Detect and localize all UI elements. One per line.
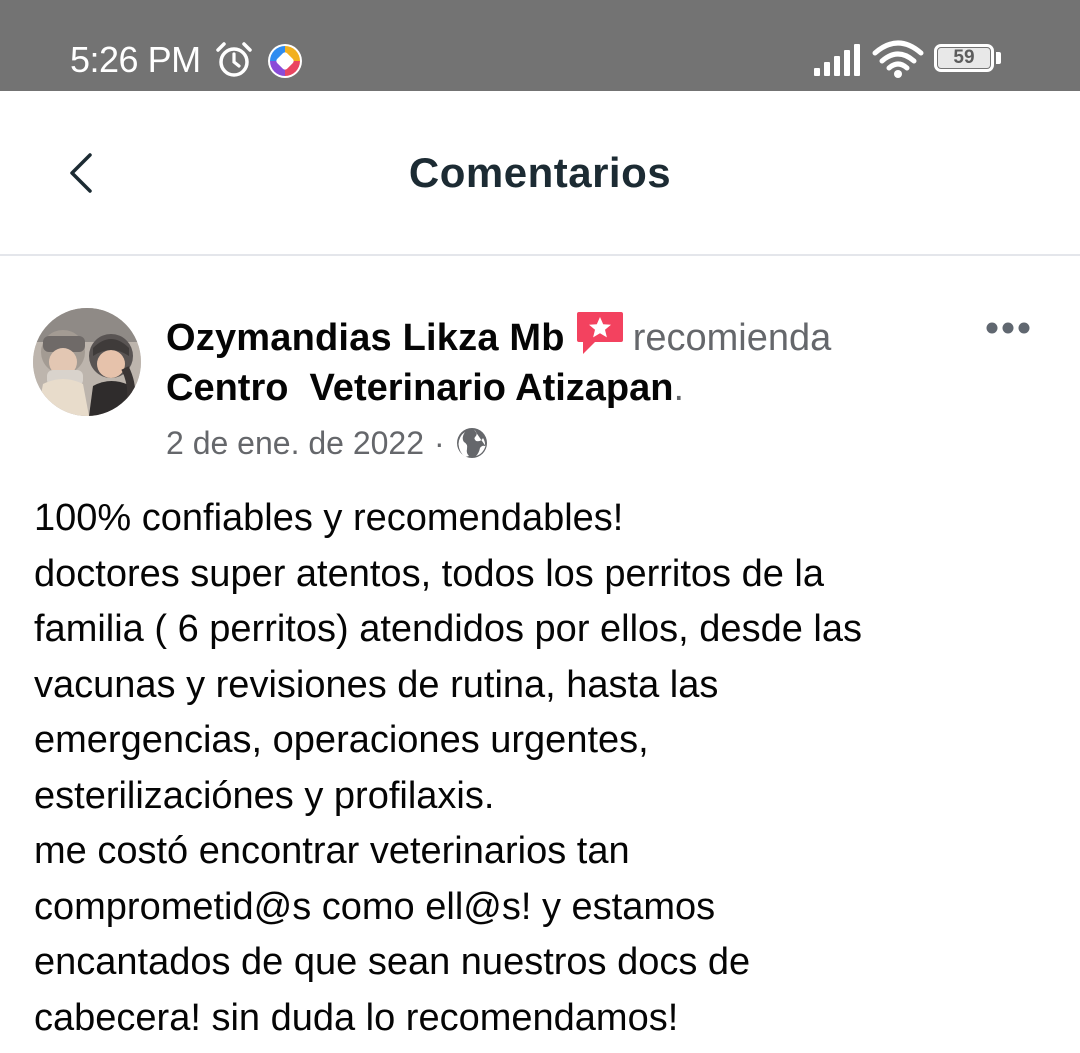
meta-separator: · bbox=[434, 425, 445, 461]
alarm-icon bbox=[216, 42, 252, 77]
status-bar: 5:26 PM 59 bbox=[0, 0, 1080, 91]
author-line: Ozymandias Likza Mb recomienda bbox=[166, 310, 946, 364]
author-name[interactable]: Ozymandias Likza Mb bbox=[166, 317, 565, 359]
post-body-line: emergencias, operaciones urgentes, bbox=[34, 719, 649, 761]
battery-level: 59 bbox=[953, 47, 975, 68]
status-time: 5:26 PM bbox=[70, 39, 201, 80]
app-notification-icon bbox=[268, 44, 302, 78]
more-options-button[interactable] bbox=[978, 306, 1038, 350]
post-body-line: esterilizaciónes y profilaxis. bbox=[34, 774, 495, 817]
battery-tip bbox=[996, 52, 1001, 64]
avatar-image bbox=[33, 308, 141, 416]
app-header: Comentarios bbox=[0, 91, 1080, 256]
page-name-period: . bbox=[673, 367, 685, 409]
post-body: 100% confiables y recomendables! doctore… bbox=[34, 491, 1054, 1046]
post-header: Ozymandias Likza Mb recomienda Centro Ve… bbox=[0, 256, 1080, 476]
page-name-line: Centro Veterinario Atizapan. bbox=[166, 362, 684, 414]
post-body-line: 100% confiables y recomendables! bbox=[34, 497, 624, 539]
post-body-line: doctores super atentos, todos los perrit… bbox=[34, 552, 825, 595]
recommend-word: recomienda bbox=[632, 317, 832, 359]
avatar[interactable] bbox=[33, 308, 141, 416]
post-date[interactable]: 2 de ene. de 2022 bbox=[166, 422, 424, 464]
post-body-line: cabecera! sin duda lo recomendamos! bbox=[34, 996, 679, 1039]
page-name[interactable]: Centro Veterinario Atizapan bbox=[166, 367, 673, 409]
globe-icon bbox=[456, 428, 487, 458]
post-body-line: me costó encontrar veterinarios tan bbox=[34, 830, 630, 872]
battery-icon: 59 bbox=[934, 44, 1004, 76]
post-meta: 2 de ene. de 2022 · bbox=[166, 422, 489, 464]
post-body-line: vacunas y revisiones de rutina, hasta la… bbox=[34, 663, 719, 706]
page-title: Comentarios bbox=[408, 149, 672, 196]
post-body-line: comprometid@s como ell@s! y estamos bbox=[34, 885, 716, 928]
post-body-line: familia ( 6 perritos) atendidos por ello… bbox=[34, 608, 862, 650]
recommend-star-icon bbox=[576, 312, 623, 354]
more-dots-icon bbox=[986, 322, 1030, 334]
wifi-icon bbox=[872, 40, 924, 78]
signal-icon bbox=[814, 44, 860, 76]
post-body-line: encantados de que sean nuestros docs de bbox=[34, 941, 751, 983]
